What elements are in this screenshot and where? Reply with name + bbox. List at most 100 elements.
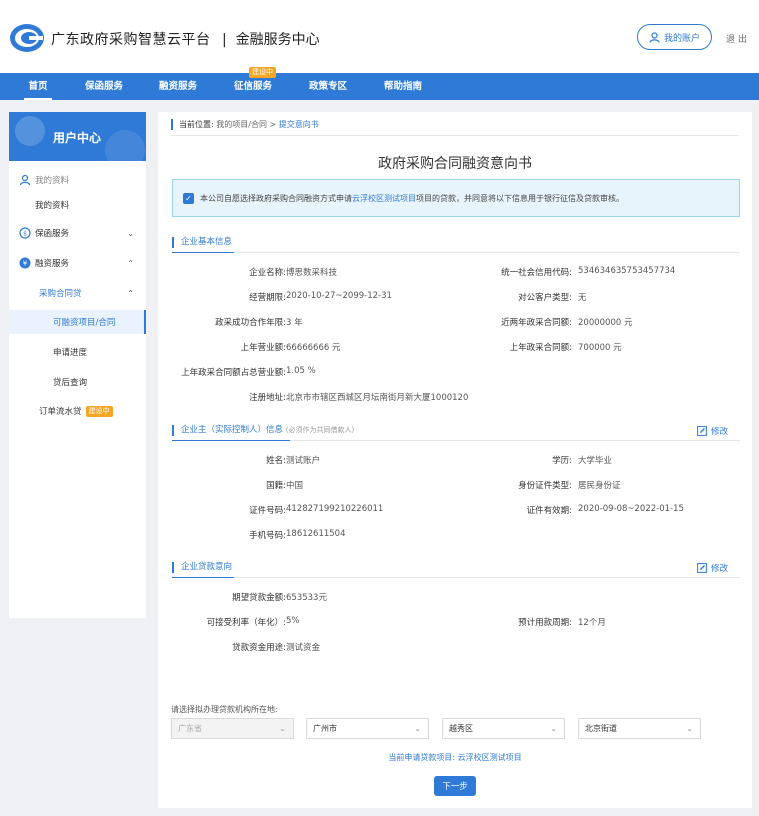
nav-policy[interactable]: 政策专区	[306, 73, 350, 100]
field-label: 上年政采合同额:	[509, 343, 572, 353]
sidebar-item-progress[interactable]: 申请进度	[9, 340, 146, 364]
province-select[interactable]: 广东省 ⌄	[171, 718, 294, 739]
field-label: 学历:	[552, 456, 572, 466]
field-label: 注册地址:	[249, 393, 286, 403]
field-label: 上年政采合同额占总营业额:	[181, 368, 286, 378]
sidebar-item-profile-header[interactable]: 我的资料	[9, 168, 146, 192]
svg-text:$: $	[23, 230, 27, 237]
street-value: 北京街道	[585, 724, 617, 733]
my-account-button[interactable]: 我的账户	[637, 24, 712, 50]
divider	[172, 252, 740, 253]
page-title: 政府采购合同融资意向书	[378, 156, 532, 172]
breadcrumb: 当前位置: 我的项目/合同 > 提交意向书	[171, 119, 319, 130]
field-label: 期望贷款金额:	[232, 593, 286, 603]
section-underline	[172, 440, 290, 441]
street-select[interactable]: 北京街道 ⌄	[578, 718, 701, 739]
logout-link[interactable]: 退出	[726, 32, 750, 45]
sidebar-decoration-2	[105, 130, 145, 161]
chevron-down-icon: ⌄	[279, 724, 286, 733]
current-project-text: 当前申请贷款项目: 云浮校区测试项目	[388, 753, 522, 762]
next-button[interactable]: 下一步	[434, 776, 476, 796]
field-label: 近两年政采合同额:	[501, 318, 572, 328]
sidebar-item-post-loan[interactable]: 贷后查询	[9, 370, 146, 394]
title-separator: |	[222, 32, 227, 48]
construction-badge: 建设中	[85, 405, 113, 417]
district-select[interactable]: 越秀区 ⌄	[442, 718, 565, 739]
field-label: 预计用款周期:	[518, 618, 572, 628]
breadcrumb-label: 当前位置:	[179, 120, 214, 129]
sidebar-item-financeable-projects[interactable]: 可融资项目/合同	[9, 310, 146, 334]
field-value: 1.05 %	[286, 366, 316, 376]
edit-loan-button[interactable]: 修改	[697, 562, 728, 574]
field-label: 可接受利率（年化）:	[206, 618, 286, 628]
field-label: 经营期限:	[249, 293, 286, 303]
field-label: 政采成功合作年限:	[215, 318, 286, 328]
sidebar-item-guarantee[interactable]: $ 保函服务 ⌄	[9, 221, 146, 245]
sidebar-header: 用户中心	[9, 112, 146, 161]
field-label: 对公客户类型:	[518, 293, 572, 303]
edit-icon	[697, 426, 707, 436]
location-label: 请选择拟办理贷款机构所在地:	[171, 705, 278, 714]
field-value: 博思数采科技	[286, 268, 338, 278]
nav-guarantee[interactable]: 保函服务	[82, 73, 126, 100]
field-value: 20000000 元	[578, 318, 633, 328]
breadcrumb-path[interactable]: 我的项目/合同 >	[216, 120, 276, 129]
my-account-label: 我的账户	[663, 33, 700, 44]
city-value: 广州市	[313, 724, 337, 733]
chevron-down-icon: ⌄	[414, 724, 421, 733]
financing-icon: ¥	[19, 257, 31, 269]
district-value: 越秀区	[449, 724, 473, 733]
field-label: 企业名称:	[249, 268, 286, 278]
nav-financing[interactable]: 融资服务	[156, 73, 200, 100]
sidebar-item-financing[interactable]: ¥ 融资服务 ⌃	[9, 251, 146, 275]
edit-loan-label: 修改	[711, 564, 729, 574]
sidebar-item-label: 保函服务	[35, 229, 70, 239]
notice-project-link[interactable]: 云浮校区测试项目	[352, 194, 416, 203]
field-value: 66666666 元	[286, 343, 341, 353]
sidebar-item-label: 采购合同贷	[39, 289, 82, 299]
chevron-down-icon: ⌄	[127, 228, 134, 238]
field-value: 测试资金	[286, 643, 321, 653]
notice-text-post: 项目的贷款，并同意将以下信息用于银行征信及贷款审核。	[416, 193, 624, 203]
field-label: 身份证件类型:	[518, 481, 572, 491]
field-label: 姓名:	[266, 456, 286, 466]
field-value: 2020-09-08~2022-01-15	[578, 504, 684, 514]
consent-checkbox[interactable]: ✓	[183, 192, 194, 204]
nav-home[interactable]: 首页	[22, 73, 54, 100]
notice-text-pre: 本公司自愿选择政府采购合同融资方式申请	[200, 193, 352, 203]
sidebar-item-profile[interactable]: 我的资料	[9, 193, 146, 217]
field-value: 中国	[286, 481, 304, 491]
sidebar-decoration	[15, 116, 45, 146]
field-value: 无	[578, 293, 587, 303]
site-subtitle-text: 金融服务中心	[235, 32, 320, 48]
edit-owner-button[interactable]: 修改	[697, 425, 728, 437]
field-value: 2020-10-27~2099-12-31	[286, 291, 392, 301]
top-header: 广东政府采购智慧云平台 | 金融服务中心 我的账户 退出	[0, 0, 759, 73]
field-value: 5%	[286, 616, 300, 626]
field-value: 测试账户	[286, 456, 321, 466]
city-select[interactable]: 广州市 ⌄	[306, 718, 429, 739]
sidebar-item-order-loan[interactable]: 订单流水贷 建设中	[9, 399, 146, 423]
sidebar: 用户中心 我的资料 我的资料 $ 保函服务 ⌄ ¥ 融资服务 ⌃ 采购合同贷 ⌃…	[9, 112, 146, 618]
main-panel: 当前位置: 我的项目/合同 > 提交意向书 政府采购合同融资意向书 ✓ 本公司自…	[158, 112, 752, 808]
section-underline	[172, 577, 234, 578]
divider	[171, 135, 739, 136]
site-title: 广东政府采购智慧云平台	[51, 32, 211, 48]
breadcrumb-current: 提交意向书	[278, 120, 319, 129]
nav-help[interactable]: 帮助指南	[381, 73, 425, 100]
field-value: 534634635753457734	[578, 266, 676, 276]
main-nav: 首页 保函服务 融资服务 征信服务 政策专区 帮助指南	[0, 73, 759, 100]
chevron-up-icon: ⌃	[127, 258, 134, 268]
guarantee-icon: $	[19, 227, 31, 239]
user-icon	[649, 31, 660, 43]
chevron-down-icon: ⌄	[550, 724, 557, 733]
chevron-down-icon: ⌄	[686, 724, 693, 733]
field-label: 证件号码:	[249, 506, 286, 516]
field-value: 3 年	[286, 318, 303, 328]
edit-owner-label: 修改	[711, 427, 729, 437]
field-label: 证件有效期:	[526, 506, 572, 516]
field-value: 北京市市辖区西城区月坛南街月新大厦1000120	[286, 393, 469, 403]
person-icon	[19, 174, 31, 186]
sidebar-title: 用户中心	[53, 131, 102, 145]
sidebar-item-contract-loan[interactable]: 采购合同贷 ⌃	[9, 281, 146, 305]
